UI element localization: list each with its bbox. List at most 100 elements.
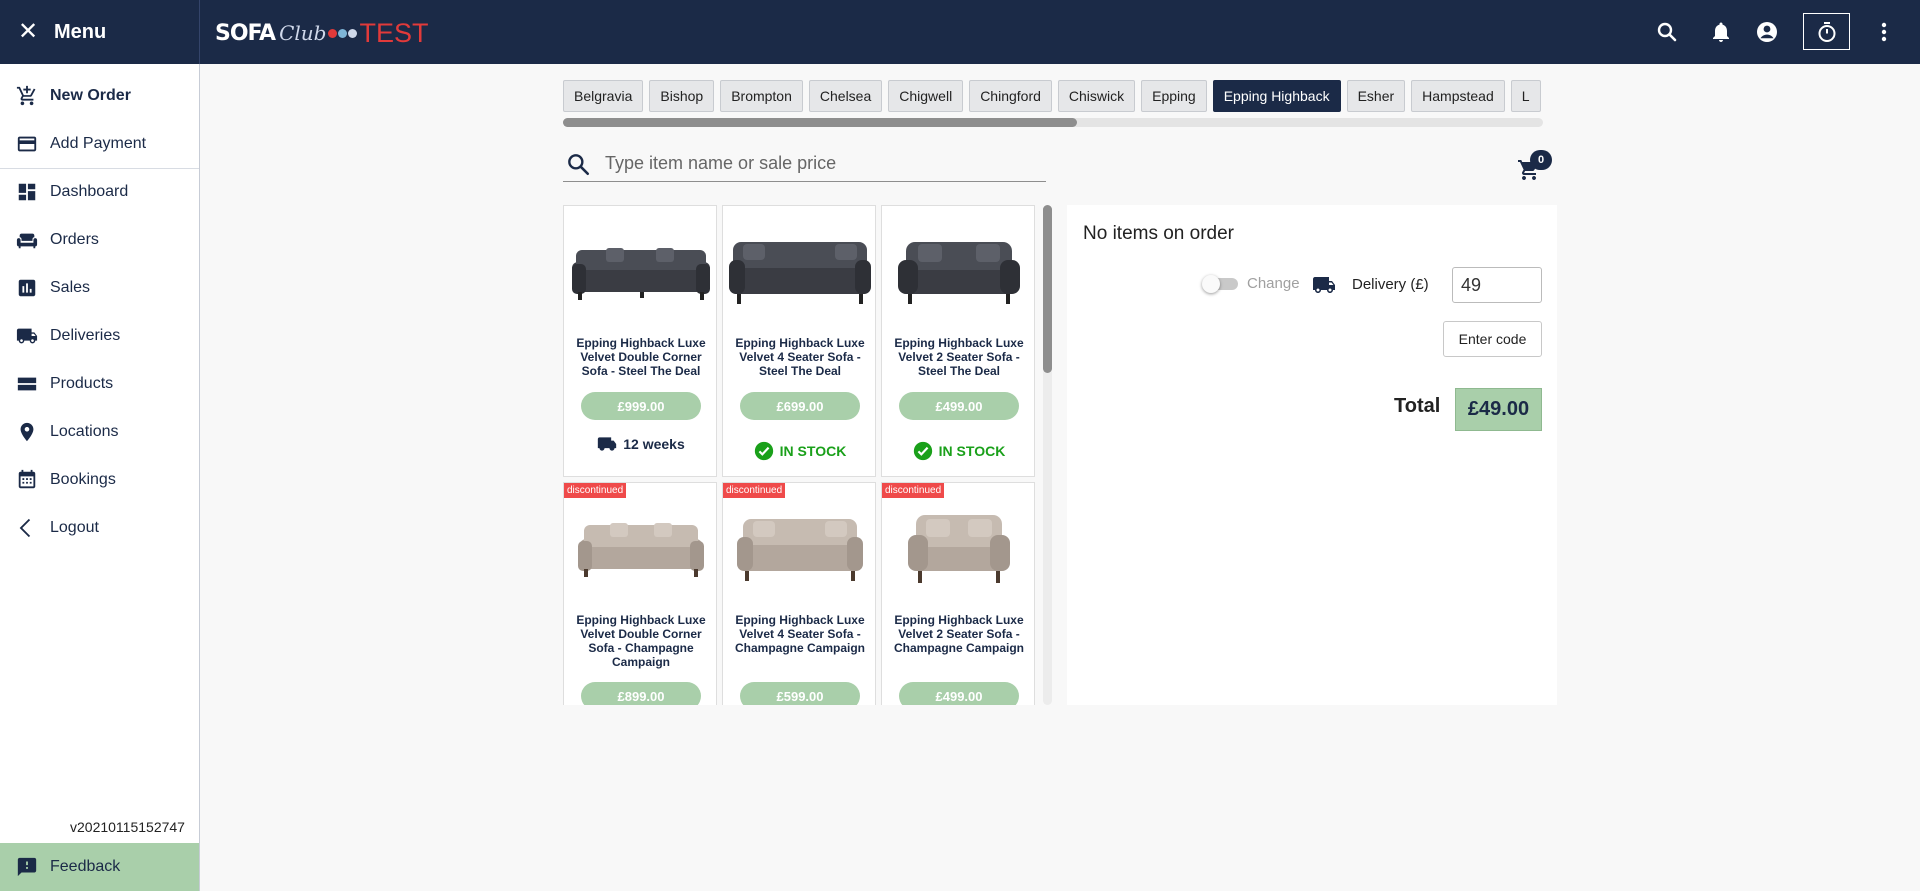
sidebar-item-bookings[interactable]: Bookings xyxy=(0,458,199,502)
product-price: £499.00 xyxy=(899,392,1019,420)
menu-title: Menu xyxy=(54,20,107,43)
discontinued-badge: discontinued xyxy=(723,483,786,498)
sidebar-item-deliveries[interactable]: Deliveries xyxy=(0,314,199,358)
brand-dots-icon xyxy=(328,28,358,38)
tab-partial[interactable]: L xyxy=(1510,80,1541,112)
check-circle-icon xyxy=(913,441,932,461)
credit-card-icon xyxy=(17,136,37,152)
stock-status-text: IN STOCK xyxy=(779,443,847,459)
sidebar-item-label: Sales xyxy=(50,279,91,296)
delivery-price-input[interactable] xyxy=(1452,267,1542,303)
truck-icon xyxy=(1313,277,1335,293)
product-name: Epping Highback Luxe Velvet Double Corne… xyxy=(576,336,706,378)
menu-toggle[interactable]: ✕ Menu xyxy=(0,0,200,64)
tab-brompton[interactable]: Brompton xyxy=(720,80,803,112)
brand-word-club: Club xyxy=(279,21,327,45)
product-name: Epping Highback Luxe Velvet 4 Seater Sof… xyxy=(734,613,866,655)
product-price: £899.00 xyxy=(581,682,701,705)
bell-icon[interactable] xyxy=(1709,20,1733,44)
bar-chart-icon xyxy=(18,279,36,297)
sidebar-item-label: Bookings xyxy=(50,471,116,488)
search-input[interactable] xyxy=(605,153,1025,174)
sidebar-item-sales[interactable]: Sales xyxy=(0,266,199,310)
corner-sofa-grey-image xyxy=(572,248,710,300)
search-bar xyxy=(563,146,1046,182)
sidebar-item-label: Logout xyxy=(50,519,99,536)
tab-hampstead[interactable]: Hampstead xyxy=(1411,80,1505,112)
sidebar-item-label: Orders xyxy=(50,231,99,248)
sidebar-item-label: Locations xyxy=(50,423,119,440)
sidebar-item-add-payment[interactable]: Add Payment xyxy=(0,122,199,166)
feedback-icon xyxy=(17,857,37,877)
product-card[interactable]: Epping Highback Luxe Velvet 2 Seater Sof… xyxy=(881,205,1035,477)
brand-word-test: TEST xyxy=(359,17,429,48)
sidebar-item-label: Add Payment xyxy=(50,135,147,152)
brand-word-sofa: SOFA xyxy=(215,20,276,46)
close-icon: ✕ xyxy=(18,18,39,45)
product-price: £999.00 xyxy=(581,392,701,420)
timer-button[interactable] xyxy=(1803,13,1850,50)
four-seater-sofa-champagne-image xyxy=(737,519,863,581)
tab-esher[interactable]: Esher xyxy=(1346,80,1406,112)
range-tabs: Belgravia Bishop Brompton Chelsea Chigwell Ch… xyxy=(563,80,1543,114)
product-name: Epping Highback Luxe Velvet Double Corne… xyxy=(576,613,706,669)
lead-time: 12 weeks xyxy=(564,434,718,454)
product-grid: Epping Highback Luxe Velvet Double Corne… xyxy=(563,205,1055,705)
corner-sofa-champagne-image xyxy=(578,523,704,577)
tab-chingford[interactable]: Chingford xyxy=(969,80,1052,112)
product-card[interactable]: discontinued Epping Highback Luxe Velvet… xyxy=(563,482,717,705)
tab-chigwell[interactable]: Chigwell xyxy=(888,80,964,112)
tab-belgravia[interactable]: Belgravia xyxy=(563,80,644,112)
product-card[interactable]: Epping Highback Luxe Velvet Double Corne… xyxy=(563,205,717,477)
tab-epping[interactable]: Epping xyxy=(1141,80,1207,112)
sidebar-item-label: New Order xyxy=(50,87,131,104)
product-scrollbar-thumb[interactable] xyxy=(1043,205,1052,373)
timer-icon xyxy=(1818,21,1835,42)
sidebar-item-label: Deliveries xyxy=(50,327,121,344)
check-circle-icon xyxy=(754,441,773,461)
sidebar-item-label: Products xyxy=(50,375,114,392)
order-empty-text: No items on order xyxy=(1083,223,1235,244)
sidebar-item-products[interactable]: Products xyxy=(0,362,199,406)
stock-status: IN STOCK xyxy=(723,441,877,461)
tab-chiswick[interactable]: Chiswick xyxy=(1057,80,1136,112)
sidebar-item-dashboard[interactable]: Dashboard xyxy=(0,170,199,214)
search-icon[interactable] xyxy=(1655,20,1679,44)
product-price: £699.00 xyxy=(740,392,860,420)
sidebar: New Order Add Payment Dashboard Orders S… xyxy=(0,64,200,891)
tab-epping-highback[interactable]: Epping Highback xyxy=(1212,80,1341,112)
account-icon[interactable] xyxy=(1755,20,1779,44)
tab-bishop[interactable]: Bishop xyxy=(649,80,715,112)
product-name: Epping Highback Luxe Velvet 2 Seater Sof… xyxy=(894,336,1024,378)
product-card[interactable]: Epping Highback Luxe Velvet 4 Seater Sof… xyxy=(722,205,876,477)
stock-status-text: IN STOCK xyxy=(938,443,1006,459)
sidebar-item-logout[interactable]: Logout xyxy=(0,506,199,550)
tab-chelsea[interactable]: Chelsea xyxy=(808,80,883,112)
dashboard-icon xyxy=(18,183,36,201)
product-card[interactable]: discontinued Epping Highback Luxe Velvet… xyxy=(881,482,1035,705)
tabs-scrollbar-thumb[interactable] xyxy=(563,118,1077,127)
two-seater-sofa-grey-image xyxy=(898,242,1020,304)
sidebar-item-orders[interactable]: Orders xyxy=(0,218,199,262)
delivery-change-toggle[interactable] xyxy=(1202,275,1240,293)
cart-count-badge: 0 xyxy=(1530,150,1552,170)
sofa-icon xyxy=(16,233,38,249)
search-icon xyxy=(568,153,590,175)
calendar-icon xyxy=(18,469,36,489)
product-price: £599.00 xyxy=(740,682,860,705)
truck-icon xyxy=(16,328,38,344)
feedback-button[interactable]: Feedback xyxy=(0,843,199,891)
truck-icon xyxy=(598,437,617,451)
discontinued-badge: discontinued xyxy=(564,483,627,498)
two-seater-sofa-champagne-image xyxy=(908,515,1010,583)
sidebar-item-locations[interactable]: Locations xyxy=(0,410,199,454)
product-card[interactable]: discontinued Epping Highback Luxe Velvet… xyxy=(722,482,876,705)
enter-code-button[interactable]: Enter code xyxy=(1443,321,1542,357)
chevron-left-icon xyxy=(19,518,31,538)
stock-status: IN STOCK xyxy=(882,441,1036,461)
more-vert-icon[interactable] xyxy=(1872,20,1896,44)
sidebar-item-new-order[interactable]: New Order xyxy=(0,74,199,118)
discontinued-badge: discontinued xyxy=(882,483,945,498)
brand-logo[interactable]: SOFA Club TEST xyxy=(215,18,428,48)
app-version: v20210115152747 xyxy=(70,819,185,835)
